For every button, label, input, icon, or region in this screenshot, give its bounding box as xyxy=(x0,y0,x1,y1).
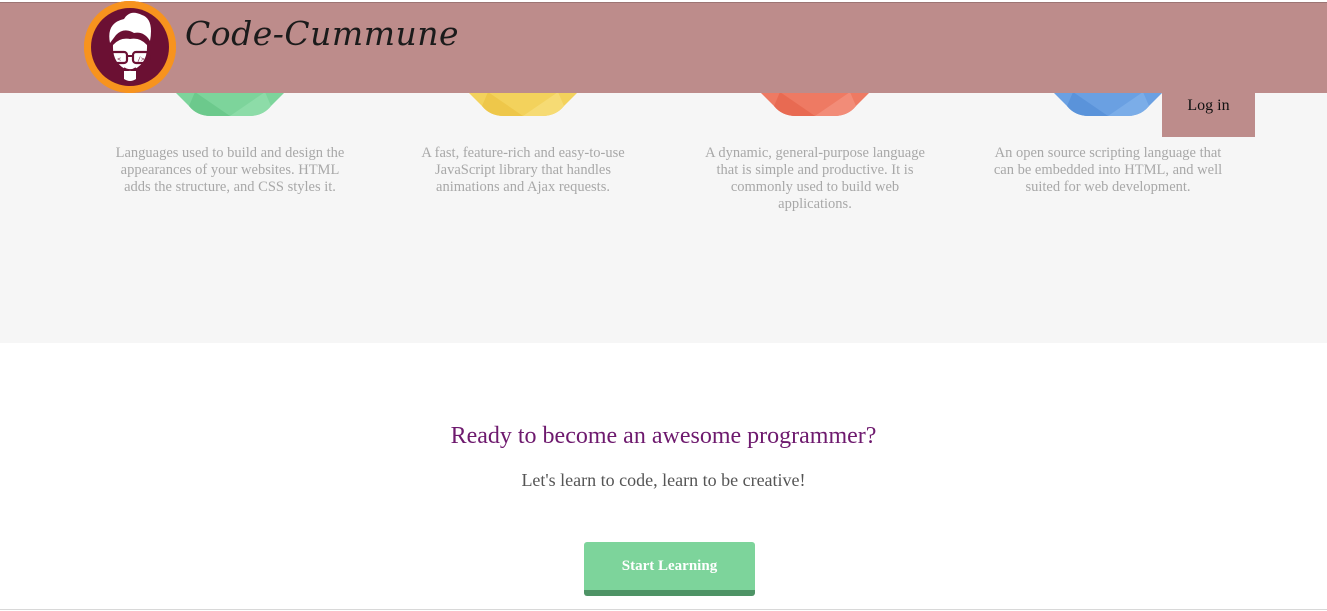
feature-card-html-css: Languages used to build and design the a… xyxy=(110,92,350,232)
login-button-label: Log in xyxy=(1187,96,1230,114)
divider xyxy=(0,609,1327,610)
feature-card-jquery: A fast, feature-rich and easy-to-use Jav… xyxy=(403,92,643,232)
page: < /> Code-Cummune Languages used to buil… xyxy=(0,0,1327,611)
feature-description: Languages used to build and design the a… xyxy=(115,145,345,195)
start-learning-button[interactable]: Start Learning xyxy=(584,542,755,596)
feature-description: A fast, feature-rich and easy-to-use Jav… xyxy=(421,145,625,195)
red-gem-icon xyxy=(760,92,870,116)
brand-name[interactable]: Code-Cummune xyxy=(185,14,459,53)
blue-gem-icon xyxy=(1053,92,1163,116)
start-learning-label: Start Learning xyxy=(621,557,718,574)
cta-subtitle: Let's learn to code, learn to be creativ… xyxy=(521,470,806,490)
nerd-face-logo-icon[interactable]: < /> xyxy=(84,1,176,93)
feature-card-ruby: A dynamic, general-purpose language that… xyxy=(695,92,935,232)
svg-text:/>: /> xyxy=(137,56,145,63)
svg-text:<: < xyxy=(117,56,121,63)
feature-description: An open source scripting language that c… xyxy=(993,145,1223,195)
feature-description: A dynamic, general-purpose language that… xyxy=(705,145,925,212)
cta-title: Ready to become an awesome programmer? xyxy=(450,423,877,449)
features-section: Languages used to build and design the a… xyxy=(0,92,1327,343)
login-button[interactable]: Log in xyxy=(1162,74,1255,137)
green-gem-icon xyxy=(175,92,285,116)
yellow-gem-icon xyxy=(468,92,578,116)
